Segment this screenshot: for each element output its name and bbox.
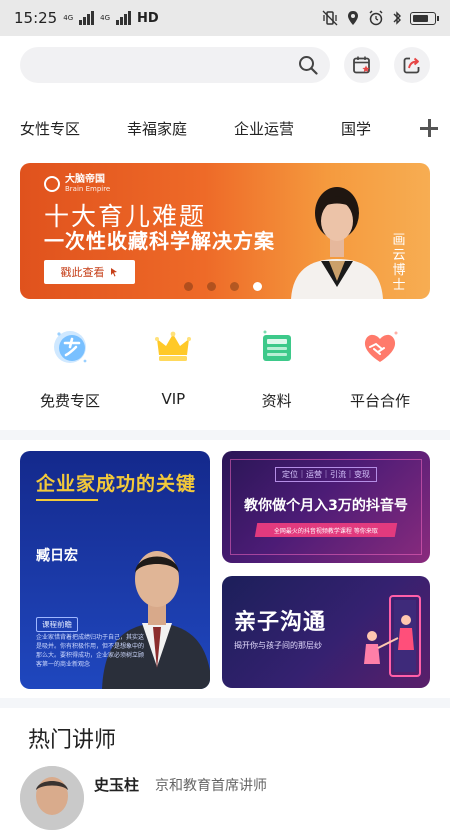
status-time: 15:25 [14,9,58,27]
network-label-1: 4G [63,13,74,22]
calendar-button[interactable] [344,47,380,83]
tab-chinese-studies[interactable]: 国学 [341,118,371,139]
parent-child-illustration [364,595,421,677]
battery-icon [410,11,439,25]
teacher-avatar-photo [20,766,84,830]
handshake-heart-icon [364,331,398,362]
carousel-dot[interactable] [184,282,193,291]
network-label-2: 4G [100,13,111,22]
carousel-dot[interactable] [230,282,239,291]
banner-cta-label: 戳此查看 [60,266,105,279]
banner-vertical-text: 画云博士 [392,233,406,293]
teacher-title: 京和教育首席讲师 [155,778,268,794]
promo-title: 企业家成功的关键 [36,473,197,495]
crown-icon [155,331,192,361]
signal-icon-2 [116,11,132,25]
teacher-list-item[interactable]: 史玉柱 京和教育首席讲师 [20,766,430,830]
promo-subtitle: 揭开你与孩子间的那层纱 [234,641,322,650]
promo-strip: 全网最火的抖音视频教学课程 等你来取 [254,523,398,537]
promo-title: 亲子沟通 [234,610,327,635]
pointer-icon [110,268,117,277]
promo-card-entrepreneur[interactable]: 企业家成功的关键 臧日宏 课程前瞻 企业家惜背着把成绩归功于自己，其实这是吸并。… [20,451,210,689]
plus-icon[interactable] [418,117,438,139]
calendar-star-icon [353,56,370,74]
banner-carousel[interactable]: 大脑帝国 Brain Empire 十大育儿难题 一次性收藏科学解决方案 戳此查… [20,163,430,299]
bluetooth-icon [393,11,401,25]
tab-business-ops[interactable]: 企业运营 [234,118,294,139]
promo-description: 企业家惜背着把成绩归功于自己，其实这是吸并。你有积极作用，但不是想象中的那么大。… [36,634,145,668]
banner-dots [184,282,262,291]
logo-en: Brain Empire [65,185,111,193]
share-icon [403,57,420,74]
quick-links: 免费专区 VIP 资料 平台合作 [20,322,430,417]
quick-link-free-zone[interactable]: 免费专区 [20,322,120,417]
section-divider [0,430,450,440]
promo-speaker-name: 臧日宏 [36,548,78,564]
carousel-dot-active[interactable] [253,282,262,291]
avatar [20,766,84,830]
search-row [20,47,430,83]
banner-cta-button[interactable]: 戳此查看 [44,260,135,284]
section-divider [0,698,450,708]
hd-label: HD [137,10,159,26]
alarm-icon [369,10,383,26]
banner-logo: 大脑帝国 Brain Empire [44,174,110,193]
presenter-photo [291,187,383,299]
free-zone-icon [54,331,87,363]
search-box[interactable] [20,47,330,83]
status-bar: 15:25 4G 4G HD [0,0,450,36]
category-tabs: 女性专区 幸福家庭 企业运营 国学 [20,110,438,146]
promo-card-parenting[interactable]: 亲子沟通 揭开你与孩子间的那层纱 [222,576,430,688]
quick-link-label: 免费专区 [39,392,100,410]
quick-link-cooperation[interactable]: 平台合作 [330,322,430,417]
location-icon [348,11,358,25]
promo-underline [36,499,98,501]
search-input[interactable] [20,47,330,83]
tab-happy-family[interactable]: 幸福家庭 [127,118,187,139]
document-icon [262,330,291,361]
search-icon[interactable] [298,55,318,75]
promo-card-douyin[interactable]: 定位｜运营｜引流｜变现 教你做个月入3万的抖音号 全网最火的抖音视频教学课程 等… [222,451,430,563]
quick-link-materials[interactable]: 资料 [227,322,327,417]
signal-icon [79,11,95,25]
quick-link-label: 平台合作 [349,392,410,410]
share-button[interactable] [394,47,430,83]
quick-link-label: 资料 [261,392,292,410]
vibrate-icon [322,10,338,26]
quick-link-vip[interactable]: VIP [123,322,223,417]
promo-tags: 定位｜运营｜引流｜变现 [222,467,430,482]
teacher-name: 史玉柱 [94,776,140,794]
banner-subtitle: 一次性收藏科学解决方案 [44,229,275,253]
carousel-dot[interactable] [207,282,216,291]
brain-logo-icon [44,175,60,192]
promo-tag: 课程前瞻 [36,617,78,632]
section-title-hot-teachers: 热门讲师 [28,728,117,753]
promo-title: 教你做个月入3万的抖音号 [244,498,408,514]
tab-women-zone[interactable]: 女性专区 [20,118,80,139]
logo-cn: 大脑帝国 [65,174,105,185]
quick-link-label: VIP [161,390,186,408]
